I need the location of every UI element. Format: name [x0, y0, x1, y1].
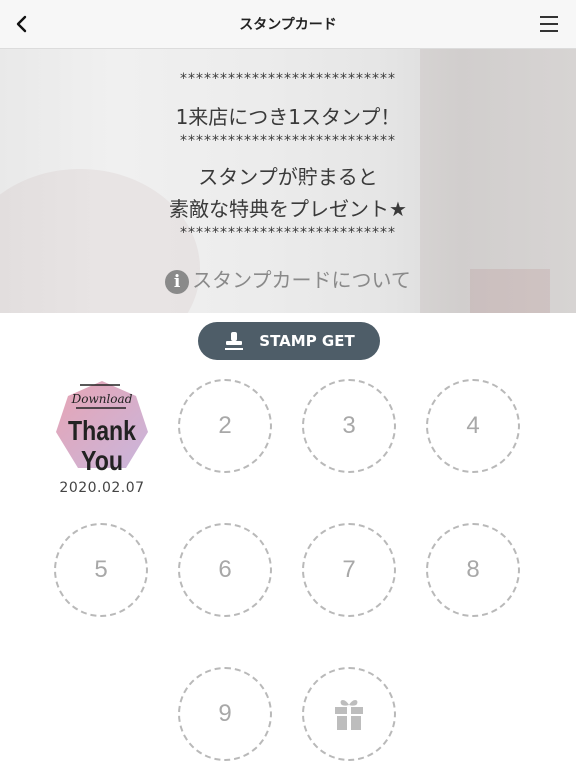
hero-banner: *************************** 1来店につき1スタンプ！… — [0, 49, 576, 313]
stamp-slot: 7 — [302, 523, 396, 617]
reward-slot — [302, 667, 396, 761]
stamp-you-text: You — [81, 445, 123, 476]
stamp-get-button[interactable]: STAMP GET — [198, 322, 380, 360]
stamp-slot: 4 — [426, 379, 520, 473]
stamp-collected: Download Thank You — [54, 378, 150, 478]
header-bar: スタンプカード — [0, 0, 576, 49]
about-stamp-card-label: スタンプカードについて — [192, 268, 411, 292]
info-icon: i — [165, 269, 190, 294]
hero-text-line: スタンプが貯まると — [198, 165, 378, 189]
stamp-slot: 5 — [54, 523, 148, 617]
stamp-slot: 6 — [178, 523, 272, 617]
decorative-stars: *************************** — [180, 225, 396, 241]
page-title: スタンプカード — [239, 17, 337, 33]
gift-icon — [335, 700, 363, 730]
stamp-date: 2020.02.07 — [59, 480, 145, 496]
hamburger-icon-bar — [540, 30, 558, 32]
stamp-slot: 3 — [302, 379, 396, 473]
menu-button[interactable] — [536, 12, 564, 36]
hamburger-icon — [540, 16, 558, 18]
stamp-slot: 9 — [178, 667, 272, 761]
thank-you-stamp-image: Download Thank You — [56, 381, 148, 476]
stamp-slot: 8 — [426, 523, 520, 617]
decorative-stars: *************************** — [180, 133, 396, 149]
stamp-slot: 2 — [178, 379, 272, 473]
stamp-get-label: STAMP GET — [259, 332, 355, 350]
hamburger-icon-bar — [540, 23, 558, 25]
about-stamp-card-link[interactable]: i スタンプカードについて — [0, 264, 576, 294]
stamp-top-text: Download — [71, 392, 133, 406]
decorative-stars: *************************** — [180, 71, 396, 87]
hero-text-line: 1来店につき1スタンプ！ — [175, 105, 401, 129]
hero-text-line: 素敵な特典をプレゼント★ — [169, 197, 407, 221]
stamp-thank-text: Thank — [68, 415, 136, 446]
stamp-icon — [225, 332, 244, 350]
